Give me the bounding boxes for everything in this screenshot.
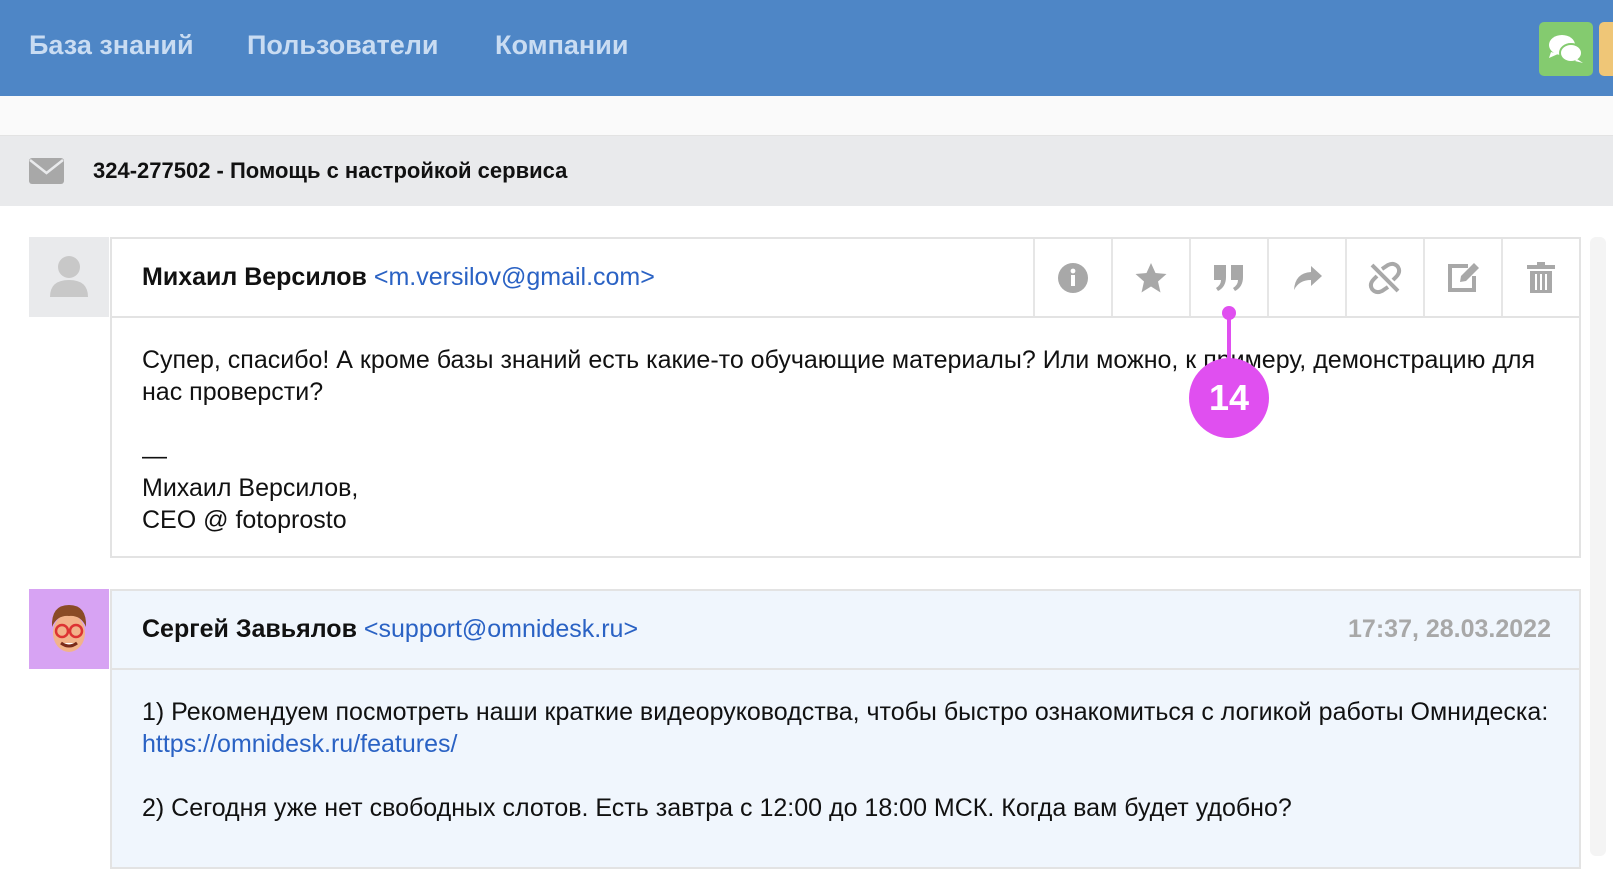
edit-icon	[1448, 262, 1479, 292]
user-placeholder-icon	[50, 256, 88, 297]
secondary-button[interactable]	[1599, 22, 1613, 76]
top-nav-bar: База знаний Пользователи Компании	[0, 0, 1613, 96]
ticket-title: 324-277502 - Помощь с настройкой сервиса	[93, 158, 568, 183]
trash-icon	[1527, 261, 1555, 293]
message-body: Супер, спасибо! А кроме базы знаний есть…	[112, 318, 1579, 562]
annotation-dot	[1222, 306, 1236, 320]
sender-name: Михаил Версилов	[142, 263, 367, 291]
unlink-button[interactable]	[1345, 239, 1423, 316]
delete-button[interactable]	[1501, 239, 1579, 316]
quote-icon	[1214, 264, 1243, 291]
nav-companies[interactable]: Компании	[495, 30, 628, 61]
chat-button[interactable]	[1539, 22, 1593, 76]
edit-button[interactable]	[1423, 239, 1501, 316]
sender: Михаил Версилов <m.versilov@gmail.com>	[142, 263, 655, 292]
body-line	[142, 408, 1549, 440]
nav-users[interactable]: Пользователи	[247, 30, 438, 61]
annotation-badge: 14	[1189, 358, 1269, 438]
agent-avatar	[29, 589, 109, 669]
message-header: Сергей Завьялов <support@omnidesk.ru> 17…	[112, 591, 1579, 670]
body-text: 1) Рекомендуем посмотреть наши краткие в…	[142, 698, 1549, 726]
star-icon	[1135, 262, 1167, 292]
scrollbar[interactable]	[1590, 237, 1606, 856]
body-line: —	[142, 442, 167, 470]
info-icon	[1058, 262, 1088, 293]
info-button[interactable]	[1033, 239, 1111, 316]
memoji-avatar-icon	[51, 605, 87, 652]
message-header: Михаил Версилов <m.versilov@gmail.com>	[112, 239, 1579, 318]
envelope-icon	[29, 158, 64, 184]
chat-bubbles-icon	[1549, 35, 1583, 63]
toolbar-strip	[0, 96, 1613, 136]
signature-title: CEO @ fotoprosto	[142, 506, 347, 534]
nav-knowledge-base[interactable]: База знаний	[29, 30, 194, 61]
message-customer: Михаил Версилов <m.versilov@gmail.com> С…	[110, 237, 1581, 558]
timestamp: 17:37, 28.03.2022	[1348, 615, 1551, 643]
sender-name: Сергей Завьялов	[142, 615, 357, 643]
forward-icon	[1294, 265, 1322, 290]
star-button[interactable]	[1111, 239, 1189, 316]
body-line: 1) Рекомендуем посмотреть наши краткие в…	[142, 696, 1549, 760]
quote-button[interactable]	[1189, 239, 1267, 316]
ticket-title-bar: 324-277502 - Помощь с настройкой сервиса	[0, 136, 1613, 206]
features-link[interactable]: https://omnidesk.ru/features/	[142, 730, 457, 758]
message-body: 1) Рекомендуем посмотреть наши краткие в…	[112, 670, 1579, 850]
sender-email[interactable]: <m.versilov@gmail.com>	[374, 263, 655, 291]
avatar	[29, 237, 109, 317]
body-line: 2) Сегодня уже нет свободных слотов. Ест…	[142, 794, 1292, 822]
sender: Сергей Завьялов <support@omnidesk.ru>	[142, 615, 638, 644]
signature-name: Михаил Версилов,	[142, 474, 359, 502]
unlink-icon	[1368, 261, 1402, 294]
message-agent: Сергей Завьялов <support@omnidesk.ru> 17…	[110, 589, 1581, 869]
body-line: Супер, спасибо! А кроме базы знаний есть…	[142, 346, 1536, 406]
forward-button[interactable]	[1267, 239, 1345, 316]
sender-email[interactable]: <support@omnidesk.ru>	[364, 615, 638, 643]
